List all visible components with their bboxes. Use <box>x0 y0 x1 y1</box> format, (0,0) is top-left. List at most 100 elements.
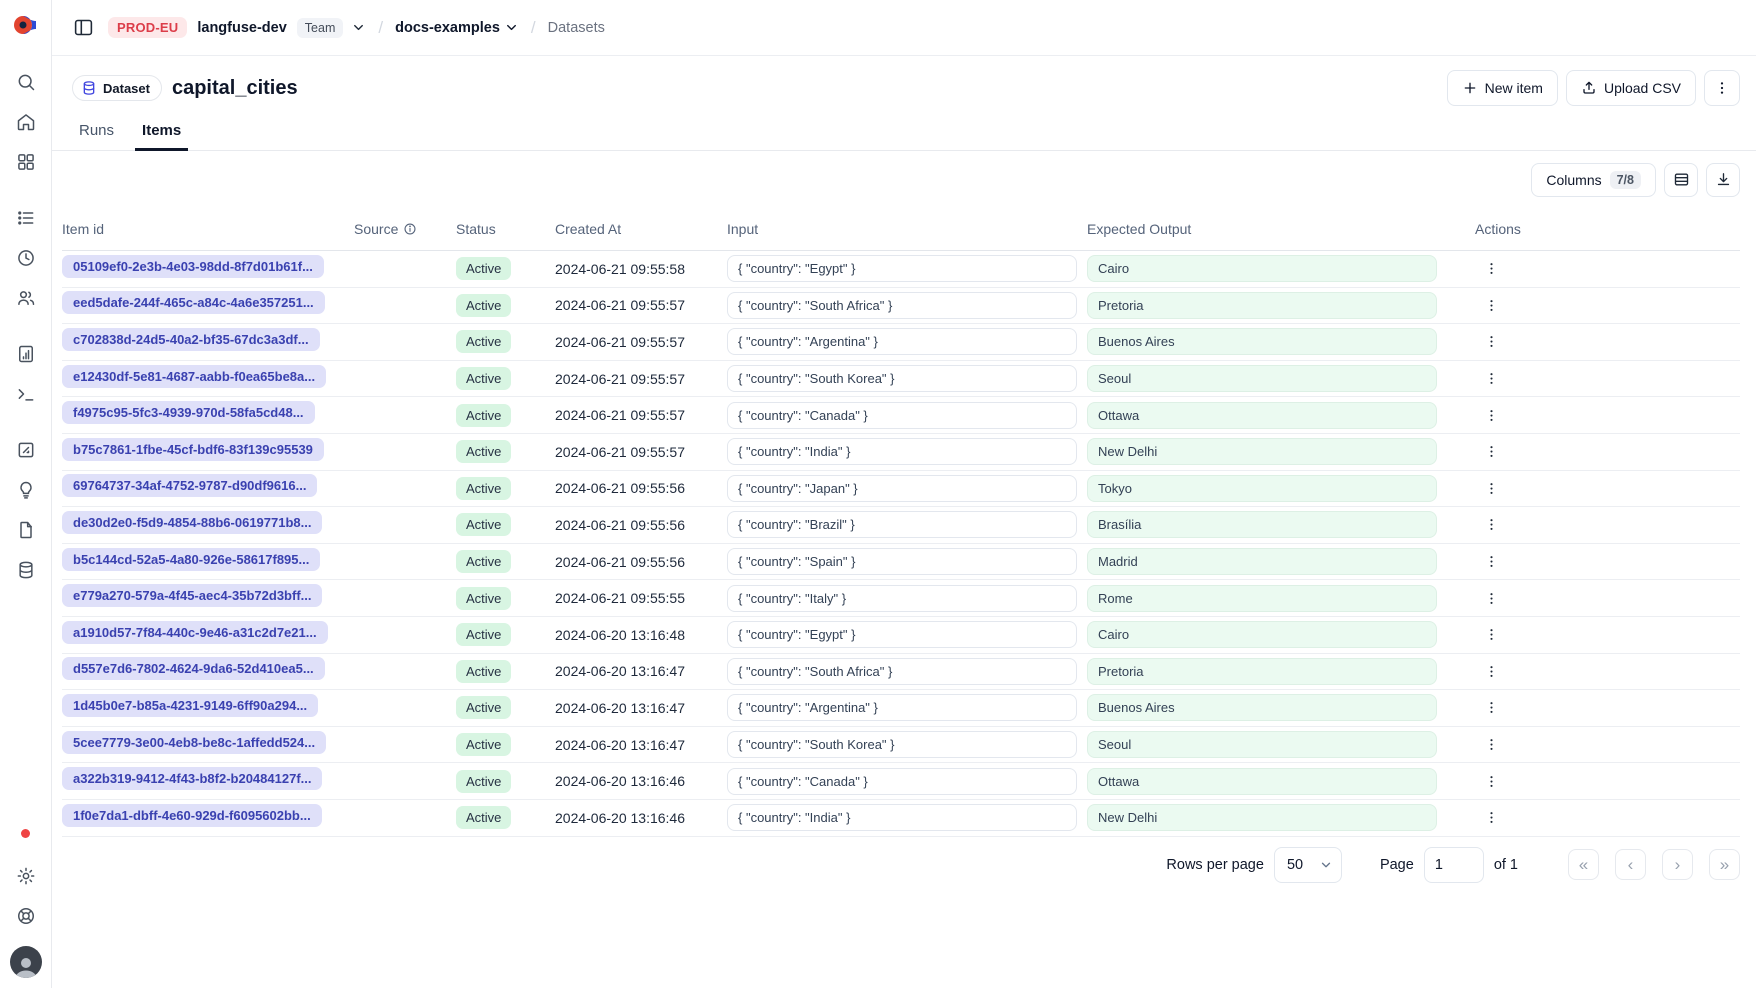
item-id-chip[interactable]: a322b319-9412-4f43-b8f2-b20484127f... <box>62 767 322 790</box>
support-lifebuoy-icon[interactable] <box>8 898 44 934</box>
item-id-chip[interactable]: 1d45b0e7-b85a-4231-9149-6ff90a294... <box>62 694 318 717</box>
row-actions-button[interactable] <box>1477 328 1505 356</box>
item-id-chip[interactable]: c702838d-24d5-40a2-bf35-67dc3a3df... <box>62 328 320 351</box>
row-actions-button[interactable] <box>1477 767 1505 795</box>
sessions-clock-icon[interactable] <box>8 240 44 276</box>
expected-output-cell[interactable]: Ottawa <box>1087 768 1437 795</box>
last-page-button[interactable]: » <box>1709 849 1740 880</box>
row-actions-button[interactable] <box>1477 694 1505 722</box>
item-id-chip[interactable]: d557e7d6-7802-4624-9da6-52d410ea5... <box>62 657 325 680</box>
input-cell[interactable]: { "country": "South Korea" } <box>727 365 1077 392</box>
row-actions-button[interactable] <box>1477 657 1505 685</box>
expected-output-cell[interactable]: Buenos Aires <box>1087 328 1437 355</box>
row-actions-button[interactable] <box>1477 804 1505 832</box>
item-id-chip[interactable]: a1910d57-7f84-440c-9e46-a31c2d7e21... <box>62 621 328 644</box>
item-id-chip[interactable]: e779a270-579a-4f45-aec4-35b72d3bff... <box>62 584 322 607</box>
expected-output-cell[interactable]: Cairo <box>1087 255 1437 282</box>
expected-output-cell[interactable]: New Delhi <box>1087 804 1437 831</box>
datasets-database-icon[interactable] <box>8 552 44 588</box>
item-id-chip[interactable]: 05109ef0-2e3b-4e03-98dd-8f7d01b61f... <box>62 255 324 278</box>
user-avatar[interactable] <box>10 946 42 978</box>
item-id-chip[interactable]: b5c144cd-52a5-4a80-926e-58617f895... <box>62 548 320 571</box>
input-cell[interactable]: { "country": "Canada" } <box>727 402 1077 429</box>
expected-output-cell[interactable]: Cairo <box>1087 621 1437 648</box>
row-actions-button[interactable] <box>1477 511 1505 539</box>
expected-output-cell[interactable]: Rome <box>1087 585 1437 612</box>
input-cell[interactable]: { "country": "Japan" } <box>727 475 1077 502</box>
expected-output-cell[interactable]: Tokyo <box>1087 475 1437 502</box>
input-cell[interactable]: { "country": "South Africa" } <box>727 658 1077 685</box>
input-cell[interactable]: { "country": "Spain" } <box>727 548 1077 575</box>
prompts-edit-icon[interactable] <box>8 432 44 468</box>
input-cell[interactable]: { "country": "Brazil" } <box>727 511 1077 538</box>
item-id-chip[interactable]: b75c7861-1fbe-45cf-bdf6-83f139c95539 <box>62 438 324 461</box>
expected-output-cell[interactable]: Seoul <box>1087 731 1437 758</box>
tab-runs[interactable]: Runs <box>72 116 121 151</box>
input-cell[interactable]: { "country": "Italy" } <box>727 585 1077 612</box>
next-page-button[interactable]: › <box>1662 849 1693 880</box>
ellipsis-vertical-icon <box>1484 481 1499 496</box>
home-icon[interactable] <box>8 104 44 140</box>
dataset-more-actions-button[interactable] <box>1704 70 1740 106</box>
settings-gear-icon[interactable] <box>8 858 44 894</box>
langfuse-logo-icon[interactable] <box>13 12 39 38</box>
row-height-button[interactable] <box>1664 163 1698 197</box>
expected-output-cell[interactable]: Pretoria <box>1087 292 1437 319</box>
row-actions-button[interactable] <box>1477 548 1505 576</box>
input-cell[interactable]: { "country": "Egypt" } <box>727 255 1077 282</box>
row-actions-button[interactable] <box>1477 584 1505 612</box>
item-id-chip[interactable]: eed5dafe-244f-465c-a84c-4a6e357251... <box>62 291 325 314</box>
upload-csv-button[interactable]: Upload CSV <box>1566 70 1696 106</box>
expected-output-cell[interactable]: Buenos Aires <box>1087 694 1437 721</box>
expected-output-cell[interactable]: Madrid <box>1087 548 1437 575</box>
new-item-button[interactable]: New item <box>1447 70 1558 106</box>
search-icon[interactable] <box>8 64 44 100</box>
playground-terminal-icon[interactable] <box>8 376 44 412</box>
breadcrumb-project[interactable]: docs-examples <box>395 20 519 36</box>
item-id-chip[interactable]: de30d2e0-f5d9-4854-88b6-0619771b8... <box>62 511 322 534</box>
export-download-button[interactable] <box>1706 163 1740 197</box>
rows-per-page-select[interactable]: 50 <box>1274 847 1342 883</box>
input-cell[interactable]: { "country": "Argentina" } <box>727 328 1077 355</box>
tab-items[interactable]: Items <box>135 116 188 151</box>
sidebar-toggle-icon[interactable] <box>68 13 98 43</box>
columns-button[interactable]: Columns 7/8 <box>1531 163 1656 197</box>
row-actions-button[interactable] <box>1477 731 1505 759</box>
expected-output-cell[interactable]: New Delhi <box>1087 438 1437 465</box>
expected-output-cell[interactable]: Ottawa <box>1087 402 1437 429</box>
row-actions-button[interactable] <box>1477 291 1505 319</box>
item-id-chip[interactable]: 5cee7779-3e00-4eb8-be8c-1affedd524... <box>62 731 326 754</box>
expected-output-cell[interactable]: Brasília <box>1087 511 1437 538</box>
documents-file-icon[interactable] <box>8 512 44 548</box>
dashboard-grid-icon[interactable] <box>8 144 44 180</box>
previous-page-button[interactable]: ‹ <box>1615 849 1646 880</box>
input-cell[interactable]: { "country": "Argentina" } <box>727 694 1077 721</box>
input-cell[interactable]: { "country": "South Korea" } <box>727 731 1077 758</box>
item-id-chip[interactable]: 1f0e7da1-dbff-4e60-929d-f6095602bb... <box>62 804 322 827</box>
item-id-chip[interactable]: e12430df-5e81-4687-aabb-f0ea65be8a... <box>62 365 326 388</box>
input-cell[interactable]: { "country": "Egypt" } <box>727 621 1077 648</box>
row-actions-button[interactable] <box>1477 474 1505 502</box>
input-cell[interactable]: { "country": "South Africa" } <box>727 292 1077 319</box>
row-actions-button[interactable] <box>1477 365 1505 393</box>
input-cell[interactable]: { "country": "Canada" } <box>727 768 1077 795</box>
table-row: eed5dafe-244f-465c-a84c-4a6e357251... Ac… <box>62 288 1740 325</box>
expected-output-cell[interactable]: Seoul <box>1087 365 1437 392</box>
users-icon[interactable] <box>8 280 44 316</box>
input-cell[interactable]: { "country": "India" } <box>727 804 1077 831</box>
input-cell[interactable]: { "country": "India" } <box>727 438 1077 465</box>
expected-output-cell[interactable]: Pretoria <box>1087 658 1437 685</box>
scores-chart-icon[interactable] <box>8 336 44 372</box>
item-id-chip[interactable]: f4975c95-5fc3-4939-970d-58fa5cd48... <box>62 401 315 424</box>
row-actions-button[interactable] <box>1477 438 1505 466</box>
evaluations-lightbulb-icon[interactable] <box>8 472 44 508</box>
item-id-chip[interactable]: 69764737-34af-4752-9787-d90df9616... <box>62 474 317 497</box>
breadcrumb-org[interactable]: langfuse-dev <box>197 20 286 36</box>
org-switcher-chevron-down-icon[interactable] <box>351 20 366 35</box>
row-actions-button[interactable] <box>1477 255 1505 283</box>
traces-list-icon[interactable] <box>8 200 44 236</box>
row-actions-button[interactable] <box>1477 401 1505 429</box>
page-number-input[interactable] <box>1424 847 1484 883</box>
row-actions-button[interactable] <box>1477 621 1505 649</box>
first-page-button[interactable]: « <box>1568 849 1599 880</box>
